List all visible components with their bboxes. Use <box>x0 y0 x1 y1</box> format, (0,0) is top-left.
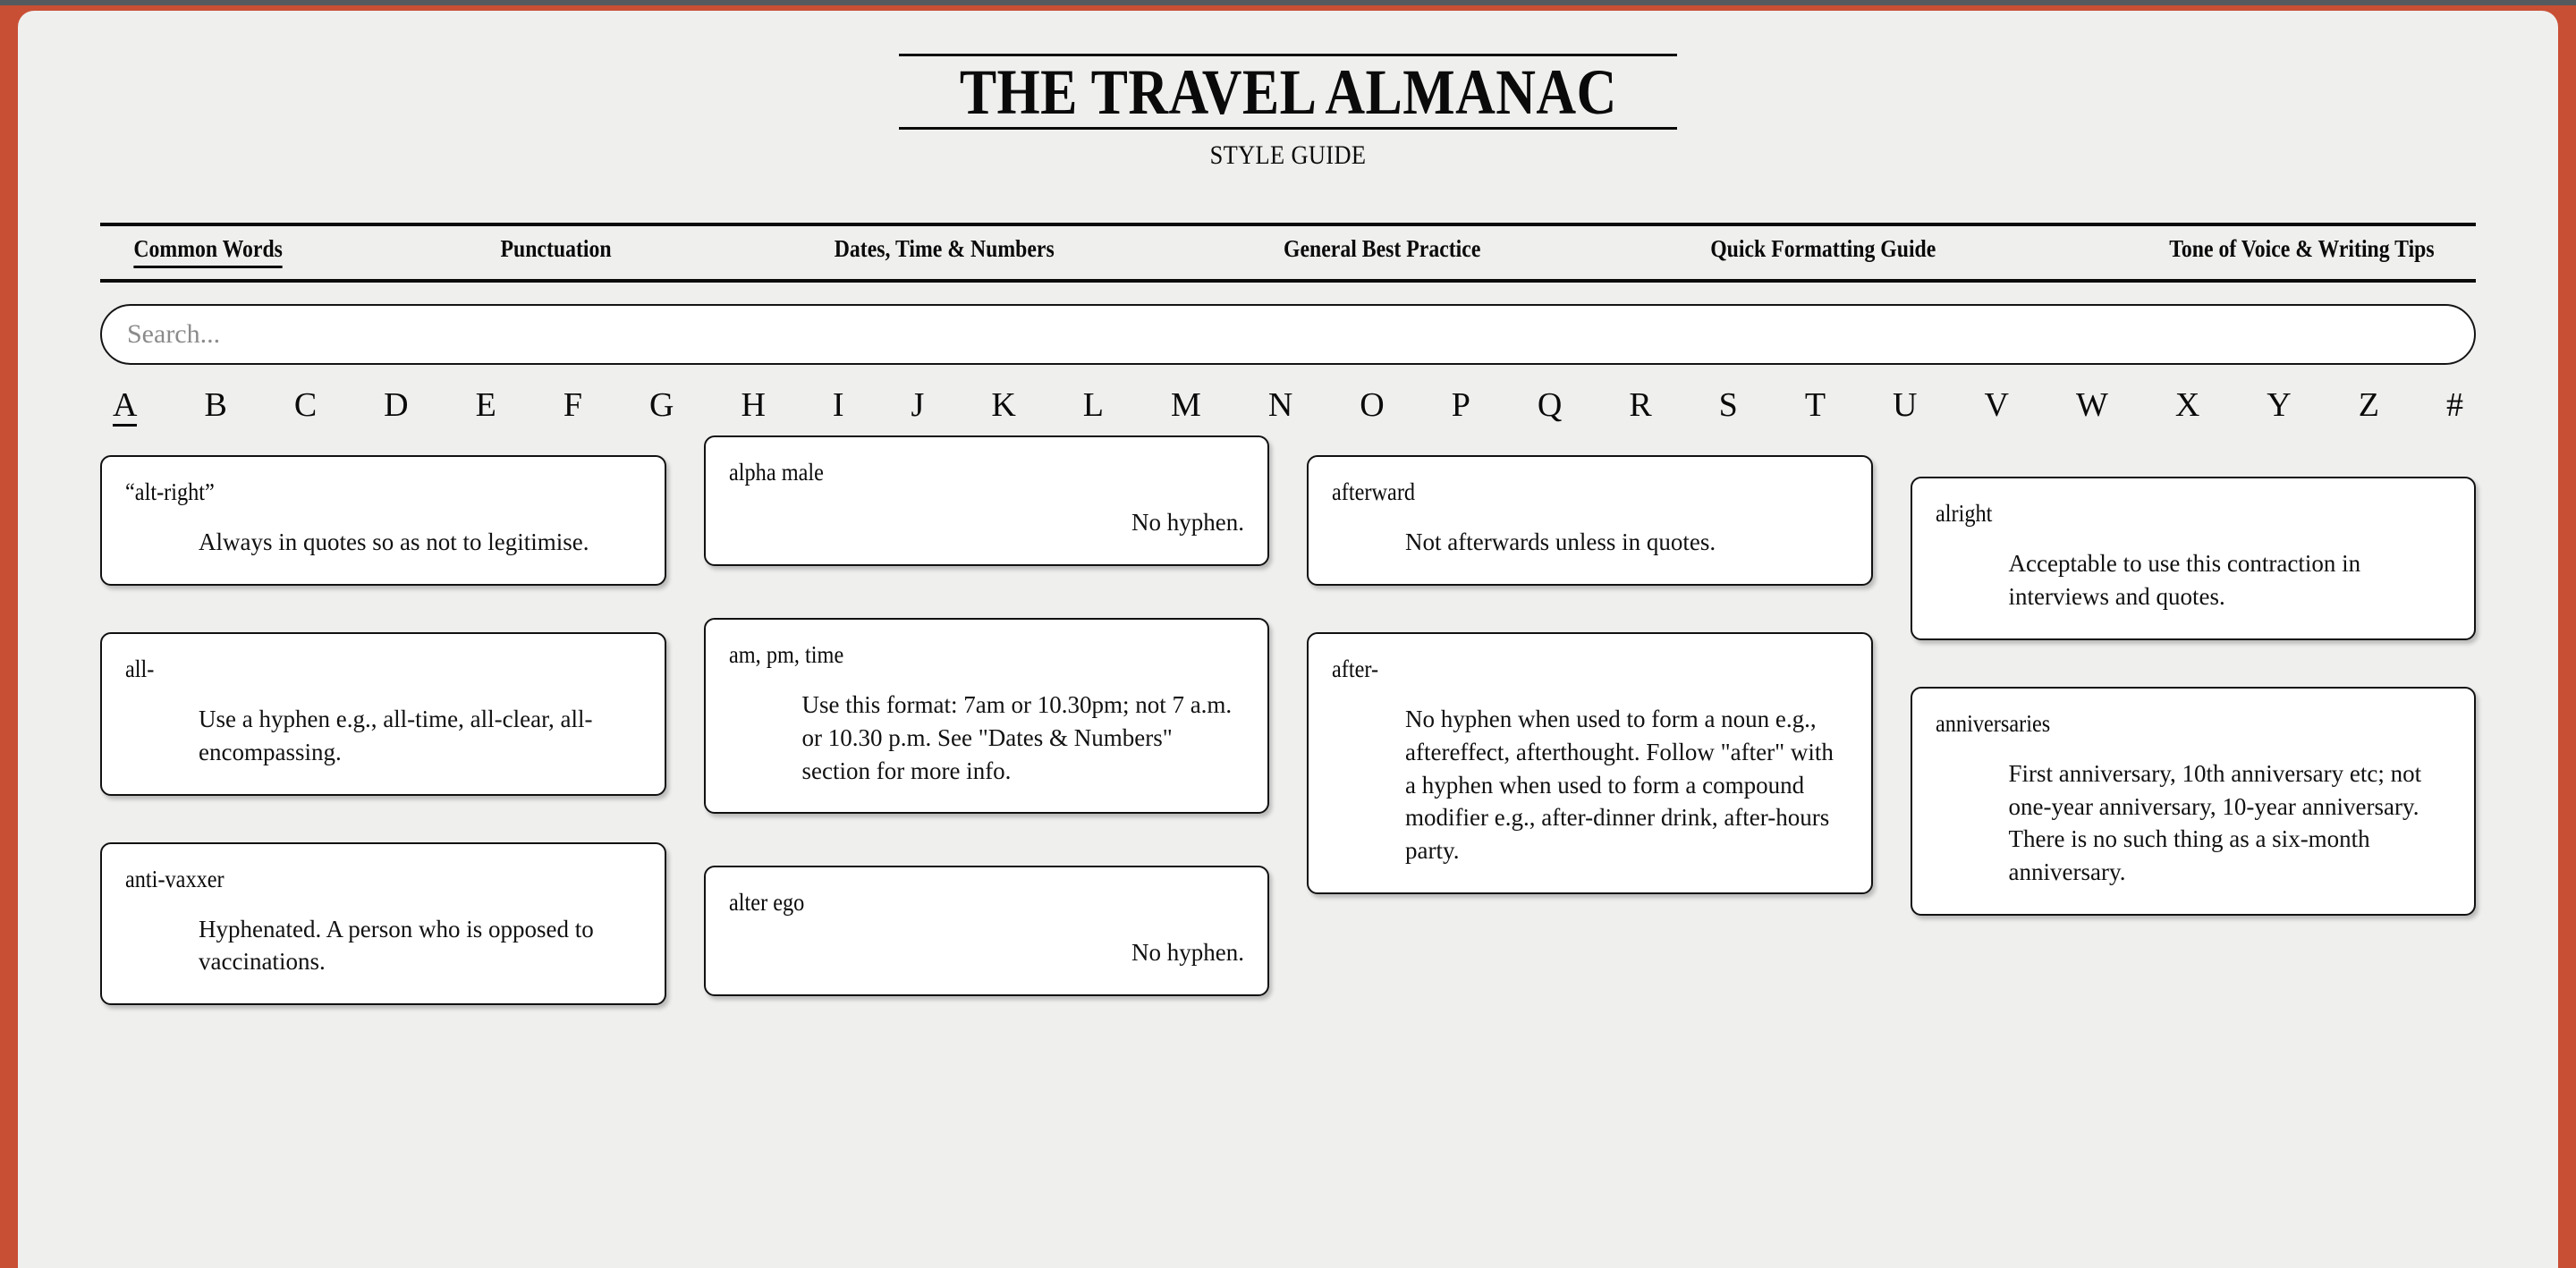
alphabet-index: A B C D E F G H I J K L M N O P Q R S T U V W X Y Z # <box>100 388 2476 427</box>
alphabet-link-C[interactable]: C <box>294 388 317 427</box>
entry-column-3: alright Acceptable to use this contractio… <box>1910 477 2476 916</box>
entry-card[interactable]: anniversaries First anniversary, 10th ann… <box>1910 686 2476 916</box>
entry-definition: First anniversary, 10th anniversary etc;… <box>2008 759 2422 886</box>
masthead-rule-box: THE TRAVEL ALMANAC <box>898 54 1678 131</box>
entry-definition: Hyphenated. A person who is opposed to v… <box>199 915 594 976</box>
entry-card[interactable]: alright Acceptable to use this contractio… <box>1910 477 2476 640</box>
alphabet-link-G[interactable]: G <box>649 388 674 427</box>
page-subtitle: STYLE GUIDE <box>1209 140 1367 171</box>
alphabet-link-F[interactable]: F <box>564 388 582 427</box>
alphabet-link-R[interactable]: R <box>1629 388 1651 427</box>
alphabet-link-W[interactable]: W <box>2076 388 2108 427</box>
search-input[interactable] <box>100 304 2476 366</box>
nav-item-0[interactable]: Common Words <box>133 235 283 269</box>
alphabet-link-I[interactable]: I <box>833 388 844 427</box>
alphabet-link-Q[interactable]: Q <box>1538 388 1562 427</box>
entry-card[interactable]: “alt-right” Always in quotes so as not to… <box>100 455 666 587</box>
alphabet-link-E[interactable]: E <box>476 388 496 427</box>
nav-item-1[interactable]: Punctuation <box>501 235 612 268</box>
window-chrome-strip <box>0 0 2576 5</box>
alphabet-link-D[interactable]: D <box>384 388 408 427</box>
nav-item-3[interactable]: General Best Practice <box>1284 235 1480 268</box>
entry-card[interactable]: all- Use a hyphen e.g., all-time, all-cle… <box>100 632 666 796</box>
alphabet-link-N[interactable]: N <box>1268 388 1292 427</box>
entry-term: am, pm, time <box>728 641 843 669</box>
search-row <box>100 304 2476 366</box>
entry-card[interactable]: after- No hyphen when used to form a noun… <box>1307 632 1873 894</box>
entry-term: afterward <box>1332 478 1416 506</box>
entry-term: “alt-right” <box>125 478 215 506</box>
section-nav: Common Words Punctuation Dates, Time & Num… <box>100 223 2476 283</box>
entry-column-0: “alt-right” Always in quotes so as not to… <box>100 455 666 1006</box>
page-title: THE TRAVEL ALMANAC <box>959 56 1617 128</box>
alphabet-link-S[interactable]: S <box>1719 388 1738 427</box>
entry-definition: No hyphen. <box>1131 509 1244 537</box>
alphabet-link-H[interactable]: H <box>741 388 765 427</box>
alphabet-link-M[interactable]: M <box>1171 388 1201 427</box>
alphabet-link-V[interactable]: V <box>1984 388 2008 427</box>
entry-term: alter ego <box>728 889 804 917</box>
nav-item-5[interactable]: Tone of Voice & Writing Tips <box>2169 235 2434 268</box>
entry-term: alright <box>1935 500 1992 528</box>
entry-definition: No hyphen. <box>1131 939 1244 967</box>
alphabet-link-P[interactable]: P <box>1452 388 1470 427</box>
entry-column-1: alpha male No hyphen. am, pm, time Use this… <box>703 435 1269 997</box>
alphabet-link-A[interactable]: A <box>113 388 138 427</box>
entry-term: alpha male <box>728 459 824 486</box>
entry-definition: Always in quotes so as not to legitimise… <box>199 528 589 556</box>
alphabet-link-B[interactable]: B <box>204 388 226 427</box>
entry-card[interactable]: anti-vaxxer Hyphenated. A person who is o… <box>100 841 666 1006</box>
page-surface: THE TRAVEL ALMANAC STYLE GUIDE Common Wo… <box>18 11 2558 1268</box>
alphabet-link-O[interactable]: O <box>1360 388 1384 427</box>
alphabet-link-L[interactable]: L <box>1083 388 1104 427</box>
entry-column-2: afterward Not afterwards unless in quotes… <box>1307 455 1873 894</box>
alphabet-link-J[interactable]: J <box>911 388 925 427</box>
alphabet-link-#[interactable]: # <box>2446 388 2463 427</box>
nav-item-2[interactable]: Dates, Time & Numbers <box>835 235 1055 268</box>
entry-term: anniversaries <box>1935 709 2050 737</box>
alphabet-link-X[interactable]: X <box>2175 388 2199 427</box>
alphabet-link-U[interactable]: U <box>1893 388 1917 427</box>
entry-term: anti-vaxxer <box>125 865 225 892</box>
alphabet-link-Z[interactable]: Z <box>2359 388 2379 427</box>
entry-card[interactable]: alter ego No hyphen. <box>703 866 1269 997</box>
entry-definition: No hyphen when used to form a noun e.g.,… <box>1405 706 1834 865</box>
entry-definition: Acceptable to use this contraction in in… <box>2008 550 2361 611</box>
entry-card[interactable]: am, pm, time Use this format: 7am or 10.3… <box>703 618 1269 815</box>
alphabet-link-T[interactable]: T <box>1805 388 1826 427</box>
entry-definition: Use a hyphen e.g., all-time, all-clear, … <box>199 706 593 765</box>
entry-definition: Not afterwards unless in quotes. <box>1405 528 1716 556</box>
alphabet-link-K[interactable]: K <box>991 388 1015 427</box>
alphabet-link-Y[interactable]: Y <box>2267 388 2291 427</box>
entry-definition: Use this format: 7am or 10.30pm; not 7 a… <box>801 691 1233 784</box>
entry-term: after- <box>1332 655 1379 683</box>
nav-item-4[interactable]: Quick Formatting Guide <box>1710 235 1936 268</box>
entry-card[interactable]: afterward Not afterwards unless in quotes… <box>1307 455 1873 587</box>
entry-grid: “alt-right” Always in quotes so as not to… <box>100 435 2476 1006</box>
entry-term: all- <box>125 655 155 683</box>
entry-card[interactable]: alpha male No hyphen. <box>703 435 1269 567</box>
masthead: THE TRAVEL ALMANAC STYLE GUIDE <box>18 11 2558 171</box>
app-frame: THE TRAVEL ALMANAC STYLE GUIDE Common Wo… <box>0 0 2576 1268</box>
